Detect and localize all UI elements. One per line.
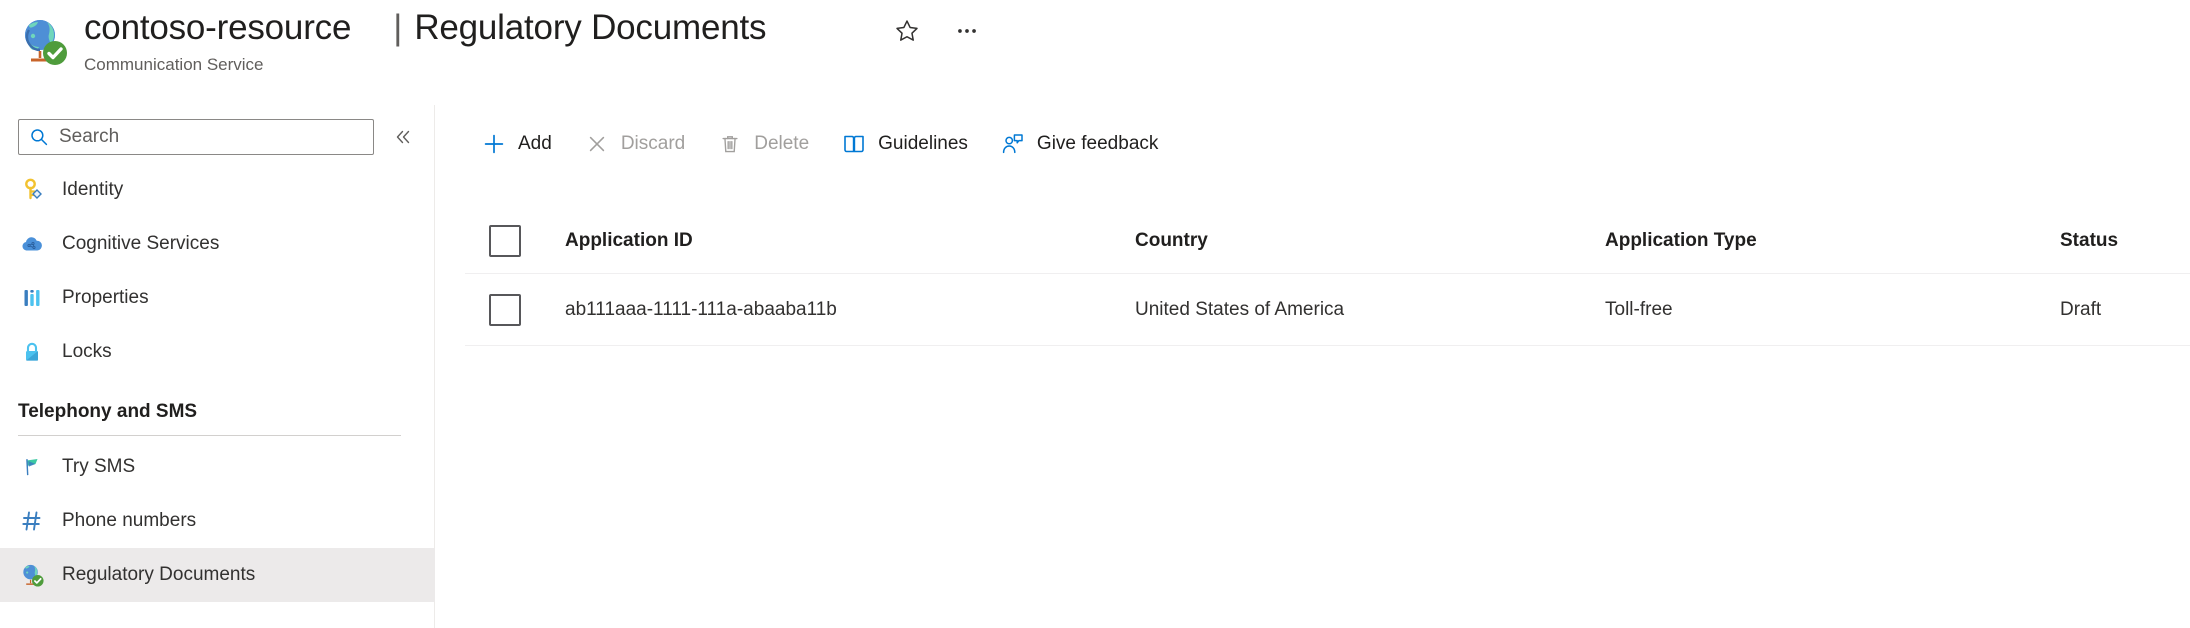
hash-icon bbox=[18, 507, 46, 535]
globe-check-icon bbox=[16, 14, 70, 68]
plus-icon bbox=[481, 131, 507, 157]
star-outline-icon[interactable] bbox=[890, 14, 924, 48]
sidebar-item-regulatory-documents[interactable]: Regulatory Documents bbox=[0, 548, 435, 602]
page-title: Regulatory Documents bbox=[414, 8, 767, 47]
key-icon bbox=[18, 176, 46, 204]
search-box[interactable] bbox=[18, 119, 374, 155]
select-all-checkbox[interactable] bbox=[489, 224, 521, 257]
page-header: contoso-resource | Regulatory Documents … bbox=[0, 0, 2190, 105]
sidebar-item-label: Regulatory Documents bbox=[62, 564, 256, 585]
discard-label: Discard bbox=[620, 133, 686, 154]
flag-icon bbox=[18, 453, 46, 481]
table-header-row: Application ID Country Application Type … bbox=[465, 208, 2190, 274]
regulatory-documents-table: Application ID Country Application Type … bbox=[465, 208, 2190, 346]
double-chevron-left-icon[interactable] bbox=[388, 122, 418, 152]
ellipsis-icon[interactable] bbox=[950, 14, 984, 48]
delete-label: Delete bbox=[754, 133, 810, 154]
sidebar-item-label: Locks bbox=[62, 341, 112, 362]
person-feedback-icon bbox=[1000, 131, 1026, 157]
cell-application-type: Toll-free bbox=[1605, 298, 1673, 320]
sidebar-nav-list: Identity Cognitive Services Properties L… bbox=[0, 163, 435, 602]
delete-button: Delete bbox=[701, 122, 825, 166]
sidebar-section-title: Telephony and SMS bbox=[18, 401, 198, 422]
trash-icon bbox=[717, 131, 743, 157]
sidebar-search-row bbox=[0, 113, 435, 161]
cloud-icon bbox=[18, 230, 46, 258]
sidebar: Identity Cognitive Services bbox=[0, 105, 435, 628]
search-input[interactable] bbox=[57, 122, 347, 152]
row-select-cell bbox=[465, 293, 565, 326]
select-all-cell bbox=[465, 224, 565, 257]
give-feedback-label: Give feedback bbox=[1036, 133, 1159, 154]
properties-bars-icon bbox=[18, 284, 46, 312]
sidebar-item-try-sms[interactable]: Try SMS bbox=[0, 440, 435, 494]
column-header-application-type[interactable]: Application Type bbox=[1605, 230, 2060, 252]
sidebar-item-properties[interactable]: Properties bbox=[0, 271, 435, 325]
column-header-status[interactable]: Status bbox=[2060, 230, 2190, 252]
add-button[interactable]: Add bbox=[465, 122, 568, 166]
cell-application-id: ab111aaa-1111-111a-abaaba11b bbox=[565, 298, 837, 320]
cell-country: United States of America bbox=[1135, 298, 1345, 320]
sidebar-section-divider bbox=[18, 435, 401, 436]
resource-name: contoso-resource bbox=[84, 8, 352, 47]
sidebar-item-locks[interactable]: Locks bbox=[0, 325, 435, 379]
sidebar-item-label: Cognitive Services bbox=[62, 233, 220, 254]
book-icon bbox=[841, 131, 867, 157]
command-bar: Add Discard Delete Guidelines Give feedb… bbox=[465, 118, 1174, 170]
discard-button: Discard bbox=[568, 122, 701, 166]
globe-check-icon bbox=[18, 561, 46, 589]
column-header-country[interactable]: Country bbox=[1135, 230, 1605, 252]
row-checkbox[interactable] bbox=[489, 293, 521, 326]
give-feedback-button[interactable]: Give feedback bbox=[984, 122, 1174, 166]
sidebar-item-cognitive-services[interactable]: Cognitive Services bbox=[0, 217, 435, 271]
sidebar-item-identity[interactable]: Identity bbox=[0, 163, 435, 217]
search-icon bbox=[29, 127, 49, 147]
table-row[interactable]: ab111aaa-1111-111a-abaaba11b United Stat… bbox=[465, 274, 2190, 346]
cancel-x-icon bbox=[584, 131, 610, 157]
sidebar-item-label: Try SMS bbox=[62, 456, 136, 477]
title-separator: | bbox=[393, 8, 403, 47]
guidelines-button[interactable]: Guidelines bbox=[825, 122, 984, 166]
resource-subtitle: Communication Service bbox=[84, 55, 264, 74]
breadcrumb: contoso-resource | Regulatory Documents bbox=[84, 8, 767, 48]
sidebar-item-label: Properties bbox=[62, 287, 149, 308]
sidebar-item-label: Phone numbers bbox=[62, 510, 197, 531]
column-header-application-id[interactable]: Application ID bbox=[565, 230, 1135, 252]
sidebar-item-label: Identity bbox=[62, 179, 124, 200]
lock-icon bbox=[18, 338, 46, 366]
sidebar-item-phone-numbers[interactable]: Phone numbers bbox=[0, 494, 435, 548]
add-label: Add bbox=[518, 133, 552, 154]
guidelines-label: Guidelines bbox=[878, 133, 968, 154]
cell-status: Draft bbox=[2060, 298, 2102, 320]
title-actions bbox=[890, 14, 984, 48]
